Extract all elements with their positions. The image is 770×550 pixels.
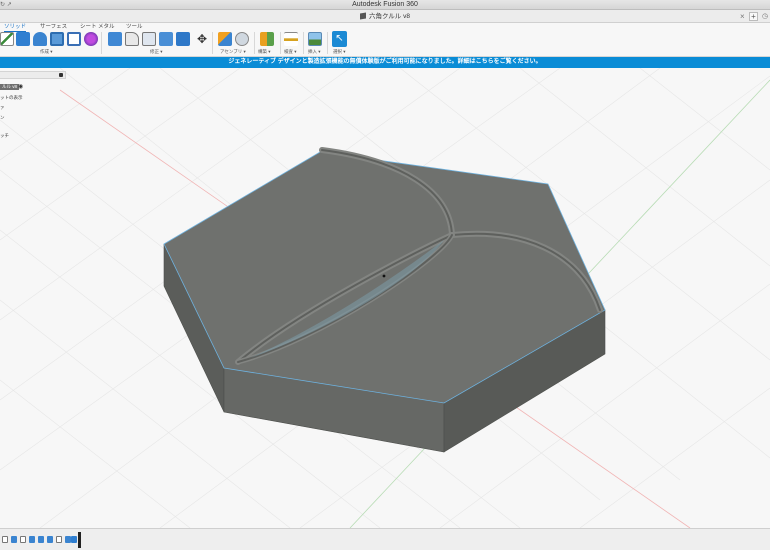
timeline-combine-icon[interactable] (71, 536, 77, 543)
tab-surface[interactable]: サーフェス (40, 23, 67, 31)
create-group-label[interactable]: 作成 ▾ (40, 49, 53, 55)
radio-icon[interactable]: ◉ (18, 83, 23, 90)
separator (254, 32, 255, 54)
browser-item-origin[interactable]: ァ (0, 105, 5, 111)
combine-icon[interactable] (159, 32, 173, 46)
box-icon[interactable] (67, 32, 81, 46)
timeline-sketch-icon[interactable] (56, 536, 62, 543)
select-cursor-icon[interactable]: ↖ (332, 31, 347, 47)
separator (212, 32, 213, 54)
separator (101, 32, 102, 54)
tab-tools[interactable]: ツール (126, 23, 143, 31)
insert-group-label[interactable]: 挿入 ▾ (308, 49, 321, 55)
joint-icon[interactable] (235, 32, 249, 46)
extrude-icon[interactable] (16, 32, 30, 46)
panel-pin-icon[interactable] (59, 73, 63, 77)
origin-point (382, 274, 386, 278)
measure-icon[interactable] (284, 32, 298, 46)
tab-solid[interactable]: ソリッド (4, 23, 27, 32)
browser-panel-header[interactable] (0, 71, 66, 79)
insert-image-icon[interactable] (308, 32, 322, 46)
model-file-icon (360, 12, 366, 20)
construct-group-label[interactable]: 構築 ▾ (258, 49, 271, 55)
timeline-extrude-icon[interactable] (38, 536, 44, 543)
assemble-group-label[interactable]: アセンブリ ▾ (220, 49, 246, 55)
press-pull-icon[interactable] (108, 32, 122, 46)
close-tab-button[interactable]: × (740, 10, 745, 23)
new-component-icon[interactable] (218, 32, 232, 46)
document-tab-label: 六角クルル v8 (369, 13, 410, 20)
offset-plane-icon[interactable] (260, 32, 274, 46)
new-tab-button[interactable]: + (749, 12, 758, 21)
scale-icon[interactable] (176, 32, 190, 46)
3d-viewport[interactable] (0, 68, 770, 528)
timeline-playhead[interactable] (78, 532, 81, 548)
select-group-label[interactable]: 選択 ▾ (333, 49, 346, 55)
clock-icon[interactable]: ◷ (762, 10, 768, 23)
move-icon[interactable]: ✥ (195, 32, 209, 46)
timeline-bar (0, 528, 770, 550)
modify-group-label[interactable]: 修正 ▾ (150, 49, 163, 55)
shell-icon[interactable] (142, 32, 156, 46)
inspect-group-label[interactable]: 検査 ▾ (284, 49, 297, 55)
document-tab-bar: 六角クルル v8 × + ◷ (0, 10, 770, 23)
revolve-icon[interactable] (33, 32, 47, 46)
fillet-icon[interactable] (125, 32, 139, 46)
tab-sheet-metal[interactable]: シート メタル (80, 23, 115, 31)
hole-icon[interactable] (50, 32, 64, 46)
browser-item-bodies[interactable]: ン (0, 115, 5, 121)
form-icon[interactable] (84, 32, 98, 46)
timeline-extrude-icon[interactable] (29, 536, 35, 543)
timeline-sketch-icon[interactable] (20, 536, 26, 543)
browser-item-named-views[interactable]: ットの表示 (0, 95, 23, 101)
window-title: Autodesk Fusion 360 (352, 1, 418, 8)
info-banner[interactable]: ジェネレーティブ デザインと製造拡張機能の無償体験版がご利用可能になりました。詳… (0, 57, 770, 68)
title-bar: ↻ ↗ Autodesk Fusion 360 (0, 0, 770, 10)
new-sketch-icon[interactable] (0, 32, 14, 46)
timeline-sketch-icon[interactable] (2, 536, 8, 543)
document-tab[interactable]: 六角クルル v8 (360, 11, 410, 23)
separator (327, 32, 328, 54)
fusion-window: ↻ ↗ Autodesk Fusion 360 六角クルル v8 × + ◷ ソ… (0, 0, 770, 550)
browser-item-sketches[interactable]: ッチ (0, 133, 9, 139)
timeline-extrude-icon[interactable] (11, 536, 17, 543)
separator (303, 32, 304, 54)
toolbar-ribbon: ソリッド サーフェス シート メタル ツール 作成 ▾ ✥ 修正 ▾ アセンブリ… (0, 23, 770, 57)
browser-item-document[interactable]: ルル v8 (0, 84, 20, 90)
separator (280, 32, 281, 54)
timeline-extrude-icon[interactable] (47, 536, 53, 543)
